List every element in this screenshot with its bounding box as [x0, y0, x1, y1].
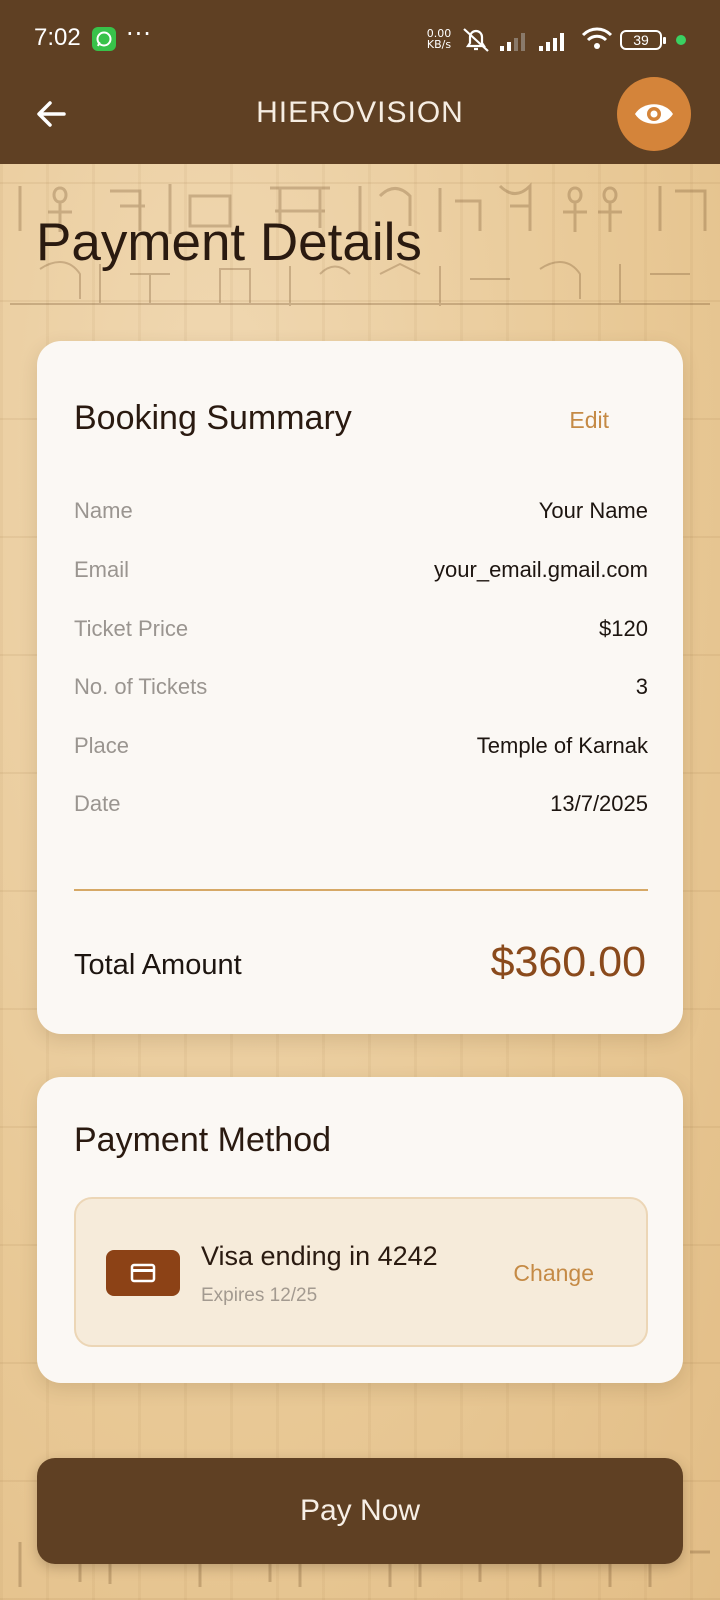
view-ar-button[interactable] — [617, 77, 691, 151]
eye-icon — [635, 104, 673, 124]
change-payment-button[interactable]: Change — [513, 1260, 594, 1287]
selected-payment-method[interactable]: Visa ending in 4242 Expires 12/25 Change — [74, 1197, 648, 1347]
whatsapp-icon — [92, 27, 116, 51]
total-amount-label: Total Amount — [74, 949, 242, 981]
summary-value: Your Name — [538, 498, 648, 523]
summary-row-ticket-count: No. of Tickets 3 — [74, 674, 648, 710]
summary-row-name: Name Your Name — [74, 498, 648, 534]
summary-row-place: Place Temple of Karnak — [74, 733, 648, 769]
summary-value: $120 — [599, 616, 648, 641]
more-notifications-icon: ··· — [126, 20, 152, 48]
summary-value: Temple of Karnak — [476, 733, 648, 758]
summary-label: Ticket Price — [74, 616, 189, 641]
signal-strength-icon — [539, 33, 564, 51]
signal-strength-icon — [500, 33, 525, 51]
credit-card-icon — [106, 1250, 180, 1296]
edit-booking-button[interactable]: Edit — [569, 407, 609, 434]
summary-label: Name — [74, 498, 133, 523]
booking-summary-card: Booking Summary Edit Name Your Name Emai… — [37, 341, 683, 1034]
summary-label: No. of Tickets — [74, 674, 208, 699]
summary-row-ticket-price: Ticket Price $120 — [74, 616, 648, 652]
page-title: Payment Details — [36, 213, 422, 272]
privacy-indicator-dot — [676, 35, 686, 45]
status-time: 7:02 — [34, 24, 81, 51]
network-speed: 0.00 KB/s — [424, 28, 454, 50]
app-title: HIEROVISION — [256, 96, 464, 129]
pay-now-button[interactable]: Pay Now — [37, 1458, 683, 1564]
wifi-icon — [581, 27, 613, 49]
total-amount-value: $360.00 — [490, 938, 646, 986]
summary-value: 3 — [635, 674, 648, 699]
summary-value: your_email.gmail.com — [434, 557, 648, 582]
summary-divider — [74, 889, 648, 891]
payment-card-name: Visa ending in 4242 — [201, 1241, 438, 1271]
payment-card-expiry: Expires 12/25 — [201, 1285, 318, 1306]
summary-label: Place — [74, 733, 130, 758]
network-speed-unit: KB/s — [426, 38, 452, 51]
summary-label: Date — [74, 791, 121, 816]
alarm-off-icon — [463, 28, 489, 52]
status-bar: 7:02 ··· 0.00 KB/s 39 — [0, 0, 720, 80]
battery-indicator: 39 — [620, 30, 666, 50]
summary-value: 13/7/2025 — [550, 791, 648, 816]
payment-method-card: Payment Method Visa ending in 4242 Expir… — [37, 1077, 683, 1383]
summary-row-email: Email your_email.gmail.com — [74, 557, 648, 593]
summary-label: Email — [74, 557, 130, 582]
summary-row-date: Date 13/7/2025 — [74, 791, 648, 827]
payment-method-heading: Payment Method — [74, 1121, 332, 1159]
app-header: 7:02 ··· 0.00 KB/s 39 HIEROVISION — [0, 0, 720, 164]
booking-summary-heading: Booking Summary — [74, 399, 352, 437]
